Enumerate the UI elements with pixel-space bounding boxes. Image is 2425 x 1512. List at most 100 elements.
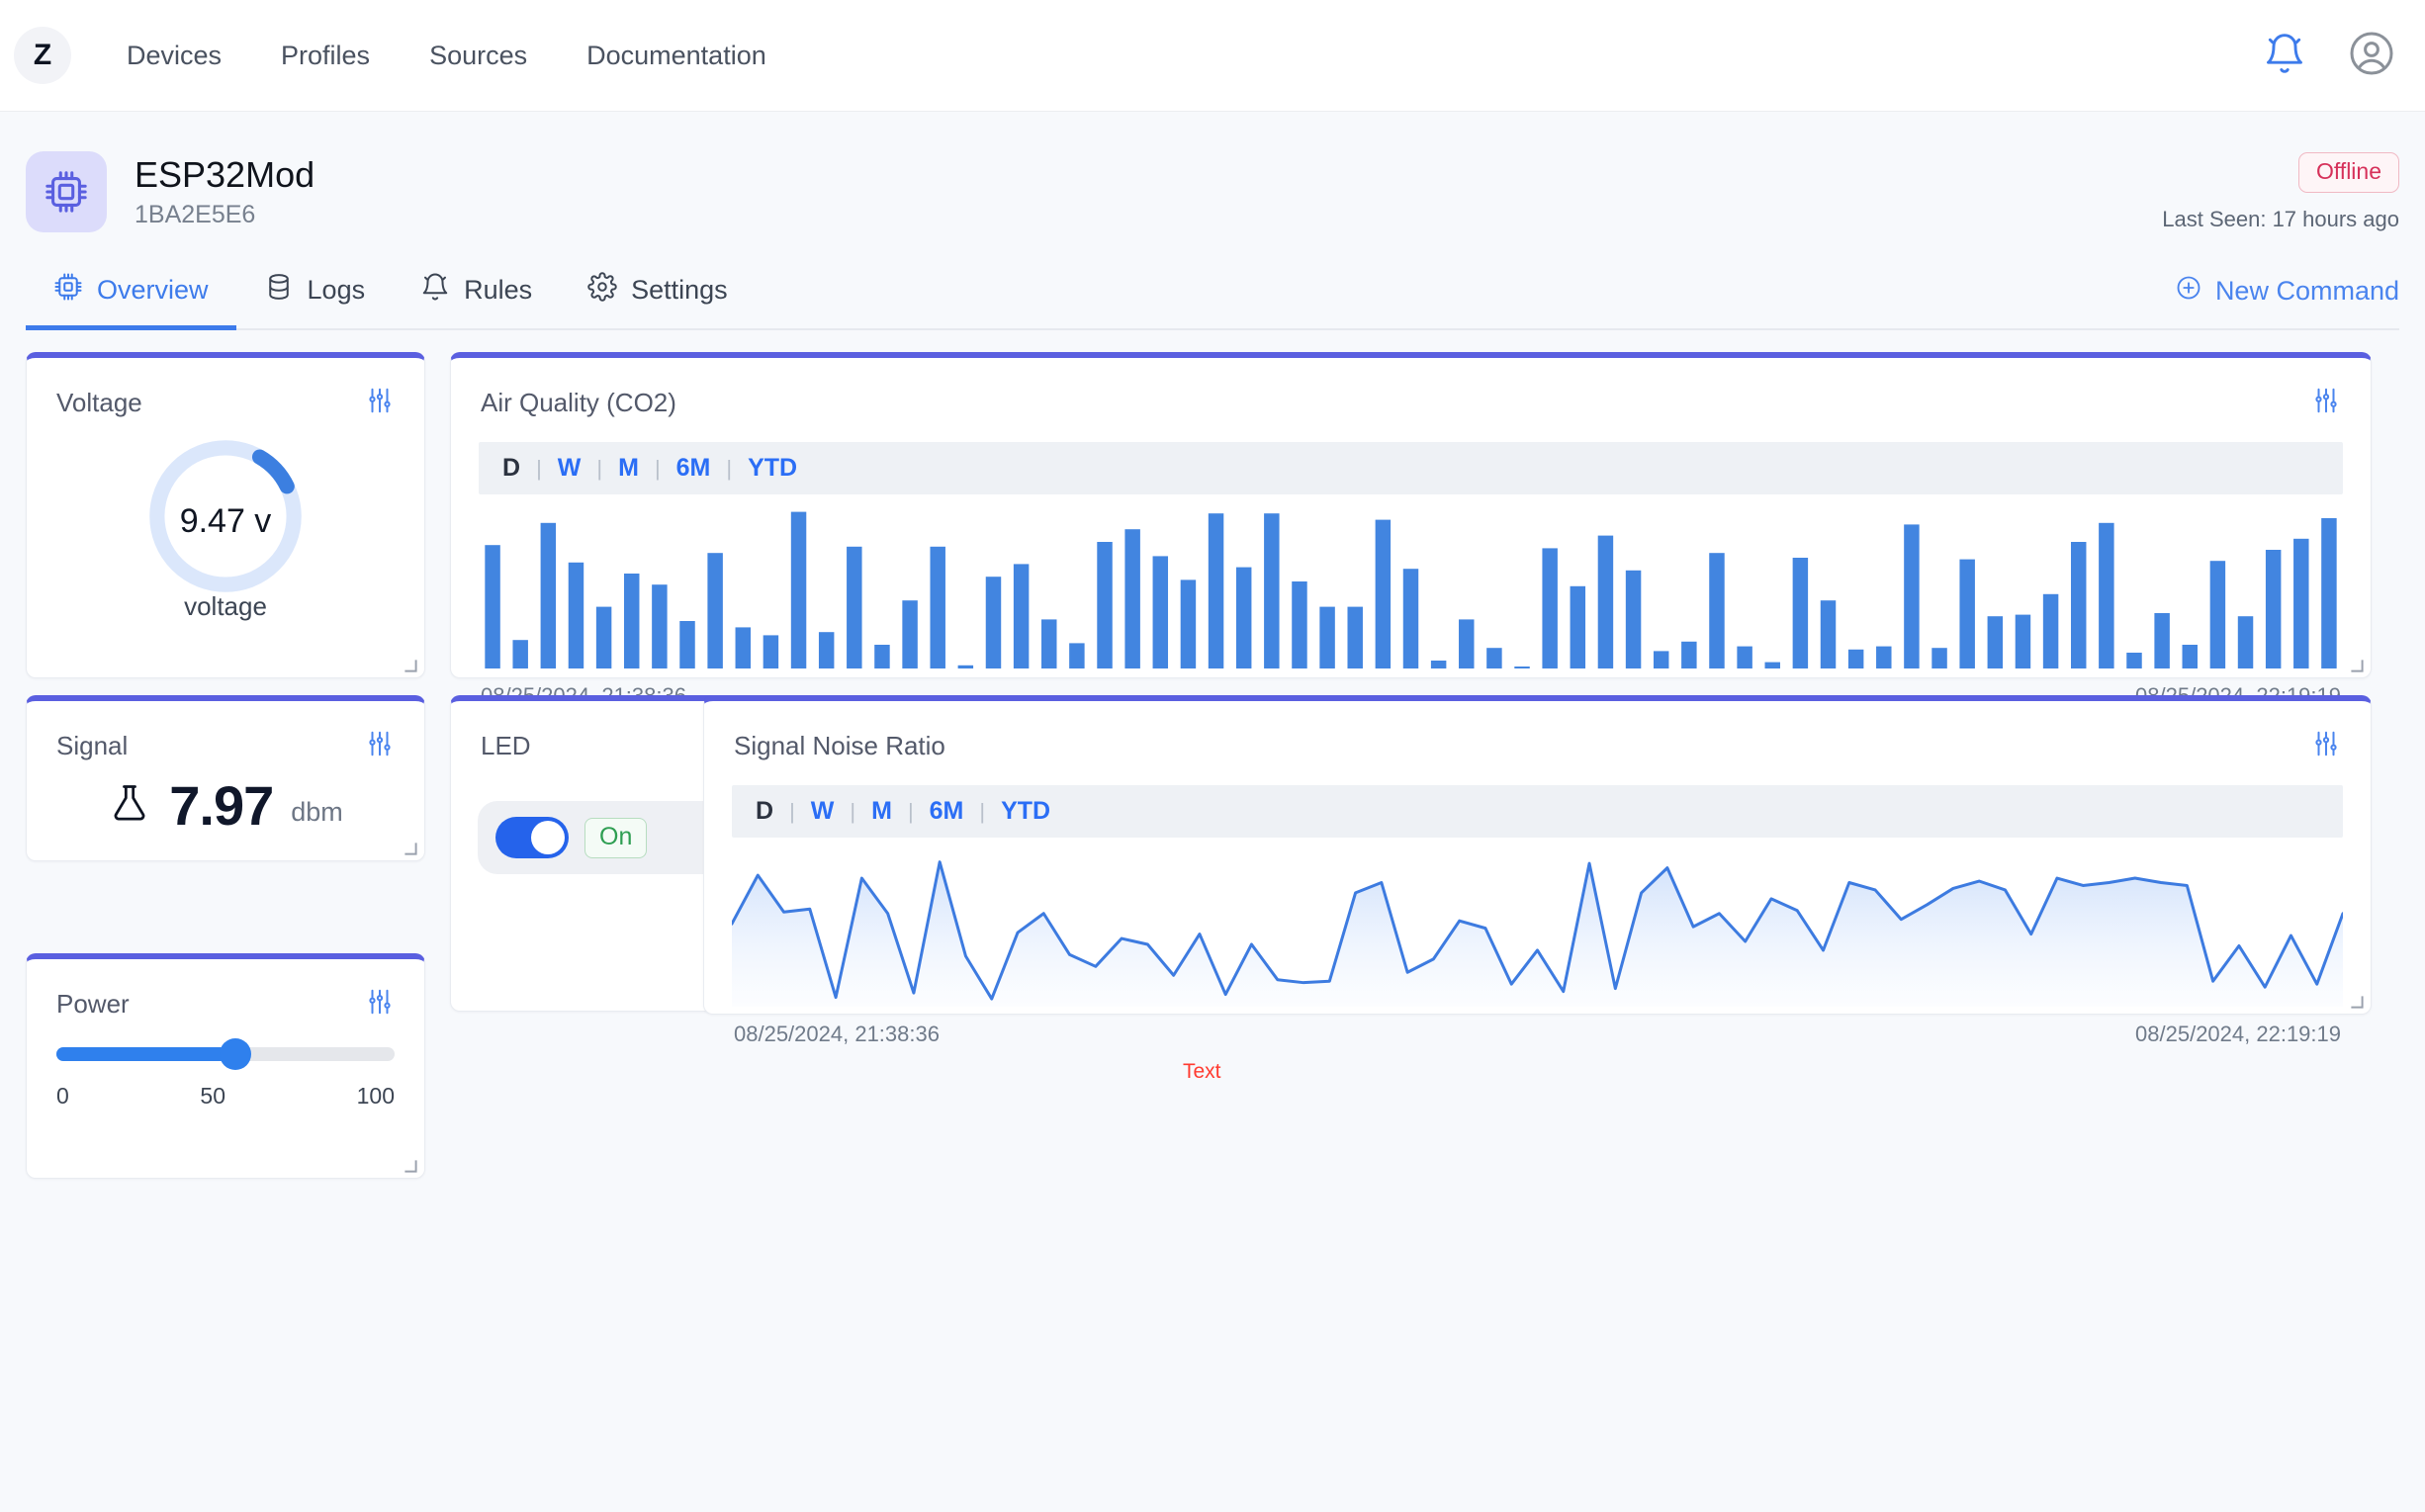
power-slider-ticks: 0 50 100: [56, 1083, 395, 1110]
range-separator: |: [907, 798, 914, 824]
tab-rules[interactable]: Rules: [393, 262, 560, 328]
range-option-ytd[interactable]: YTD: [744, 454, 801, 483]
resize-handle[interactable]: [404, 1159, 417, 1173]
sliders-icon[interactable]: [365, 386, 395, 420]
tab-logs[interactable]: Logs: [236, 262, 394, 328]
chart-start-time: 08/25/2024, 21:38:36: [734, 1022, 940, 1046]
device-identity: ESP32Mod 1BA2E5E6: [135, 154, 314, 228]
tab-settings[interactable]: Settings: [560, 262, 756, 328]
tab-overview-label: Overview: [97, 275, 209, 305]
card-signal-header: Signal: [27, 701, 424, 763]
account-circle-icon[interactable]: [2348, 30, 2395, 82]
card-power-title: Power: [56, 989, 130, 1019]
air-quality-range-selector: D | W | M | 6M | YTD: [479, 442, 2343, 494]
primary-nav-links: Devices Profiles Sources Documentation: [97, 41, 796, 71]
snr-range-selector: D | W | M | 6M | YTD: [732, 785, 2343, 838]
led-toggle-group: On: [478, 801, 725, 874]
tab-settings-label: Settings: [631, 275, 728, 305]
nav-link-profiles[interactable]: Profiles: [251, 41, 400, 71]
power-tick-mid: 50: [200, 1083, 225, 1109]
range-option-w[interactable]: W: [807, 797, 839, 826]
range-separator: |: [536, 455, 542, 481]
cpu-chip-icon: [53, 272, 83, 309]
power-tick-max: 100: [356, 1083, 395, 1109]
card-power-header: Power: [27, 959, 424, 1022]
page-body: ESP32Mod 1BA2E5E6 Offline Last Seen: 17 …: [0, 112, 2425, 1512]
card-led-title: LED: [481, 731, 531, 760]
bell-icon: [420, 272, 450, 309]
new-command-label: New Command: [2214, 276, 2399, 306]
sliders-icon[interactable]: [2311, 386, 2341, 420]
resize-handle[interactable]: [2350, 659, 2364, 672]
range-option-6m[interactable]: 6M: [926, 797, 968, 826]
card-power: Power 0 50 100: [26, 953, 425, 1179]
power-slider-fill: [56, 1047, 236, 1061]
signal-value: 7.97: [169, 774, 274, 837]
device-status-block: Offline Last Seen: 17 hours ago: [2162, 151, 2399, 232]
range-separator: |: [596, 455, 603, 481]
nav-actions: [2263, 30, 2395, 82]
nav-link-devices[interactable]: Devices: [97, 41, 251, 71]
signal-reading: 7.97 dbm: [27, 773, 424, 838]
last-seen-text: Last Seen: 17 hours ago: [2162, 206, 2399, 231]
card-snr-title: Signal Noise Ratio: [734, 731, 945, 760]
plus-circle-icon: [2175, 274, 2202, 309]
range-separator: |: [850, 798, 856, 824]
led-state-badge: On: [584, 817, 648, 858]
nav-link-sources[interactable]: Sources: [400, 41, 557, 71]
led-toggle-knob: [531, 821, 565, 854]
voltage-caption: voltage: [184, 591, 267, 621]
card-air-quality-header: Air Quality (CO2): [451, 358, 2371, 420]
bell-icon[interactable]: [2263, 32, 2306, 80]
top-navigation-bar: Z Devices Profiles Sources Documentation: [0, 0, 2425, 112]
resize-handle[interactable]: [404, 659, 417, 672]
range-option-ytd[interactable]: YTD: [997, 797, 1054, 826]
range-option-m[interactable]: M: [867, 797, 896, 826]
voltage-gauge: 9.47 v voltage: [27, 434, 424, 622]
range-separator: |: [726, 455, 733, 481]
gear-icon: [587, 272, 617, 309]
resize-handle[interactable]: [404, 842, 417, 855]
resize-handle[interactable]: [2350, 995, 2364, 1009]
new-command-button[interactable]: New Command: [2175, 274, 2399, 328]
device-name: ESP32Mod: [135, 154, 315, 196]
range-separator: |: [654, 455, 661, 481]
nav-link-documentation[interactable]: Documentation: [557, 41, 796, 71]
sliders-icon[interactable]: [365, 987, 395, 1022]
card-voltage-title: Voltage: [56, 388, 142, 417]
app-logo[interactable]: Z: [14, 27, 71, 84]
tab-rules-label: Rules: [464, 275, 533, 305]
range-option-d[interactable]: D: [752, 797, 777, 826]
range-separator: |: [979, 798, 986, 824]
range-option-m[interactable]: M: [614, 454, 643, 483]
sliders-icon[interactable]: [2311, 729, 2341, 763]
database-icon: [264, 272, 294, 309]
flask-icon: [108, 781, 151, 830]
card-signal-title: Signal: [56, 731, 129, 760]
range-option-w[interactable]: W: [554, 454, 585, 483]
card-voltage: Voltage 9.47 v voltage: [26, 352, 425, 678]
cpu-chip-icon: [26, 151, 107, 232]
range-separator: |: [789, 798, 795, 824]
power-slider[interactable]: [56, 1038, 395, 1070]
power-slider-thumb[interactable]: [220, 1038, 252, 1070]
power-tick-min: 0: [56, 1083, 69, 1109]
status-badge: Offline: [2297, 151, 2399, 193]
voltage-value: 9.47 v: [179, 502, 272, 540]
tab-overview[interactable]: Overview: [26, 262, 236, 330]
sliders-icon[interactable]: [365, 729, 395, 763]
card-snr-header: Signal Noise Ratio: [704, 701, 2371, 763]
snr-area-chart: [730, 860, 2345, 1007]
card-voltage-header: Voltage: [27, 358, 424, 420]
air-quality-bar-chart: [485, 511, 2337, 668]
range-option-d[interactable]: D: [498, 454, 524, 483]
stray-text-label: Text: [1183, 1060, 1221, 1083]
device-tabs: Overview Logs Rules Settings New Command: [26, 262, 2399, 330]
chart-end-time: 08/25/2024, 22:19:19: [2135, 1022, 2341, 1046]
card-air-quality: Air Quality (CO2) D | W | M | 6M | YTD: [450, 352, 2372, 708]
snr-time-axis: 08/25/2024, 21:38:36 08/25/2024, 22:19:1…: [704, 1022, 2371, 1047]
led-toggle-switch[interactable]: [495, 817, 569, 858]
card-signal: Signal 7.97 dbm: [26, 695, 425, 861]
device-id: 1BA2E5E6: [135, 200, 256, 228]
range-option-6m[interactable]: 6M: [673, 454, 715, 483]
